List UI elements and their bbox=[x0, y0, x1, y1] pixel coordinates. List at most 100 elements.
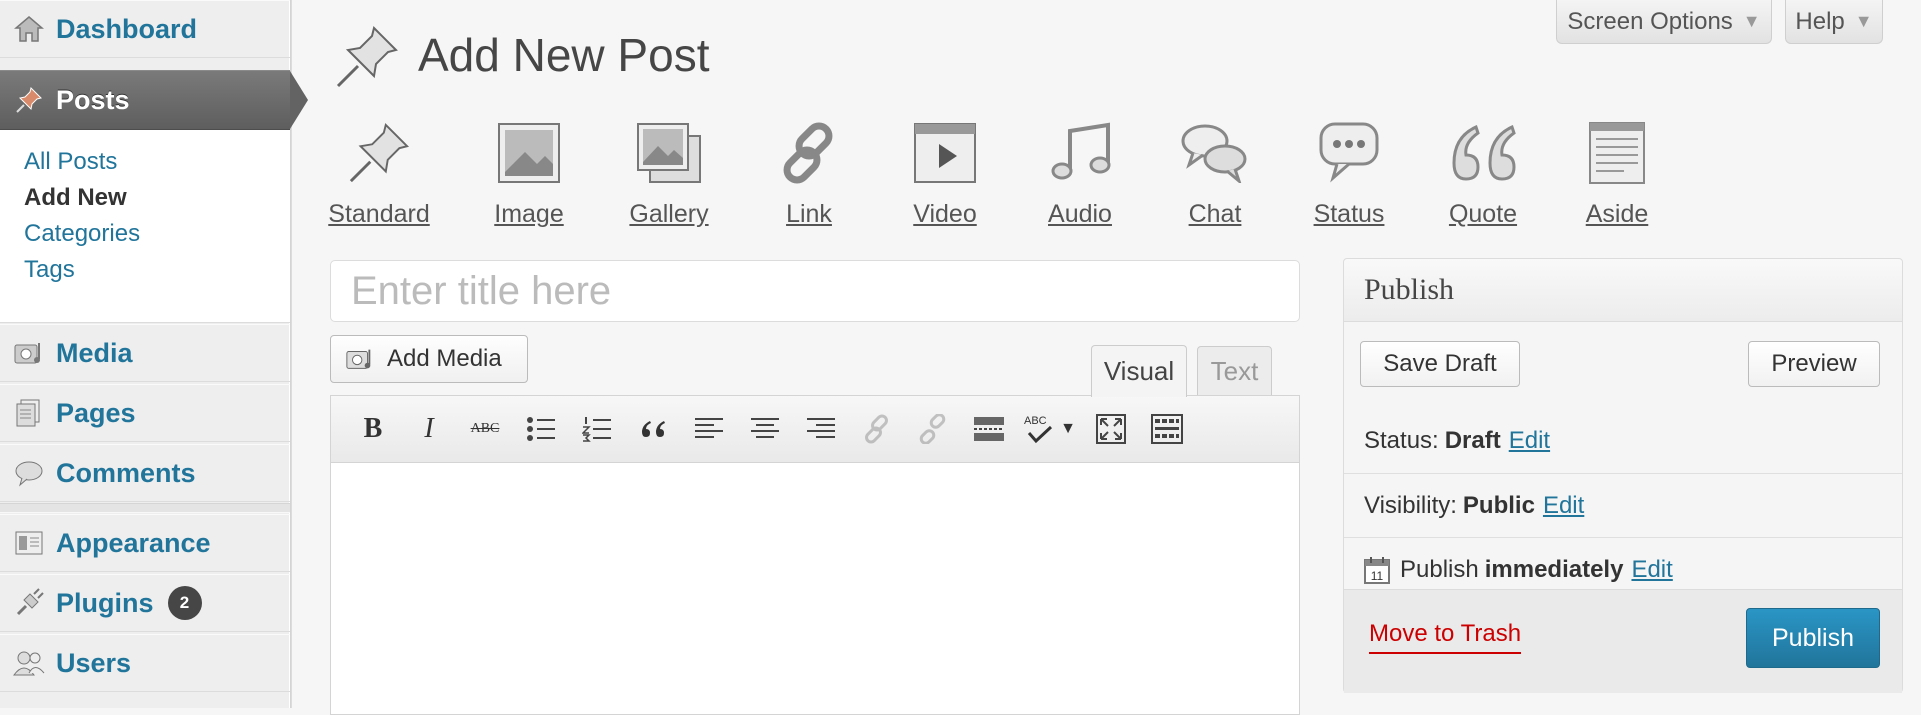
format-label: Aside bbox=[1585, 200, 1649, 228]
submenu-tags[interactable]: Tags bbox=[24, 256, 75, 284]
calendar-icon: 11 bbox=[1364, 556, 1390, 584]
status-label: Status: bbox=[1364, 427, 1439, 454]
editor-toolbar: B I ABC ABC ▼ bbox=[331, 396, 1299, 463]
move-to-trash-link[interactable]: Move to Trash bbox=[1369, 620, 1522, 654]
menu-appearance[interactable]: Appearance bbox=[0, 514, 290, 572]
fullscreen-button[interactable] bbox=[1087, 405, 1135, 453]
editor-content-area[interactable] bbox=[331, 463, 1299, 713]
edit-visibility-link[interactable]: Edit bbox=[1543, 492, 1584, 520]
publish-button-label: Publish bbox=[1772, 623, 1854, 652]
save-draft-label: Save Draft bbox=[1383, 350, 1497, 377]
edit-status-link[interactable]: Edit bbox=[1509, 427, 1550, 455]
format-image[interactable]: Image bbox=[474, 118, 584, 229]
spellcheck-button[interactable]: ABC bbox=[1021, 405, 1057, 453]
music-note-icon bbox=[1045, 118, 1115, 188]
help-label: Help bbox=[1795, 7, 1845, 35]
align-right-button[interactable] bbox=[797, 405, 845, 453]
format-audio[interactable]: Audio bbox=[1025, 118, 1135, 229]
menu-dashboard[interactable]: Dashboard bbox=[0, 0, 290, 58]
svg-text:ABC: ABC bbox=[1024, 415, 1047, 427]
menu-label: Appearance bbox=[56, 527, 211, 558]
menu-users[interactable]: Users bbox=[0, 634, 290, 692]
bullet-list-icon bbox=[527, 417, 555, 441]
link-icon bbox=[865, 414, 888, 444]
visibility-label: Visibility: bbox=[1364, 491, 1457, 519]
align-right-icon bbox=[807, 418, 835, 438]
format-video[interactable]: Video bbox=[890, 118, 1000, 229]
page-title: Add New Post bbox=[418, 29, 710, 81]
blockquote-icon bbox=[642, 421, 665, 437]
menu-comments[interactable]: Comments bbox=[0, 444, 290, 502]
publish-heading-label: Publish bbox=[1364, 273, 1455, 306]
help-button[interactable]: Help ▼ bbox=[1785, 0, 1883, 44]
visibility-row: Visibility: Public Edit bbox=[1344, 473, 1902, 537]
save-draft-button[interactable]: Save Draft bbox=[1360, 341, 1520, 387]
menu-posts[interactable]: Posts bbox=[0, 70, 308, 130]
current-indicator bbox=[290, 71, 308, 129]
caret-down-icon: ▼ bbox=[1854, 11, 1873, 31]
format-link[interactable]: Link bbox=[754, 118, 864, 229]
menu-label: Dashboard bbox=[56, 13, 198, 44]
blockquote-button[interactable] bbox=[629, 405, 677, 453]
spellcheck-dropdown[interactable]: ▼ bbox=[1057, 405, 1079, 453]
submenu-all-posts[interactable]: All Posts bbox=[24, 148, 117, 176]
preview-button[interactable]: Preview bbox=[1748, 341, 1880, 387]
menu-plugins[interactable]: Plugins 2 bbox=[0, 574, 290, 632]
camera-music-icon bbox=[345, 345, 375, 373]
menu-media[interactable]: Media bbox=[0, 324, 290, 382]
numbered-list-icon bbox=[582, 417, 611, 442]
toolbar-toggle-icon bbox=[1151, 414, 1183, 444]
format-quote[interactable]: Quote bbox=[1428, 118, 1538, 229]
bold-button[interactable]: B bbox=[349, 405, 397, 453]
format-label: Standard bbox=[328, 200, 430, 228]
format-label: Gallery bbox=[629, 200, 709, 228]
format-gallery[interactable]: Gallery bbox=[614, 118, 724, 229]
caret-down-icon: ▼ bbox=[1060, 420, 1076, 437]
pushpin-icon bbox=[344, 118, 414, 188]
more-tag-icon bbox=[974, 417, 1004, 441]
numbered-list-button[interactable] bbox=[573, 405, 621, 453]
format-aside[interactable]: Aside bbox=[1562, 118, 1672, 229]
format-chat[interactable]: Chat bbox=[1160, 118, 1270, 229]
menu-pages[interactable]: Pages bbox=[0, 384, 290, 442]
update-count-badge: 2 bbox=[167, 586, 202, 620]
format-label: Video bbox=[913, 200, 977, 228]
posts-submenu: All Posts Add New Categories Tags bbox=[0, 130, 290, 323]
plug-icon bbox=[12, 586, 46, 620]
post-title-input[interactable] bbox=[330, 260, 1300, 322]
edit-schedule-link[interactable]: Edit bbox=[1631, 556, 1672, 584]
pages-icon bbox=[12, 396, 46, 430]
image-icon bbox=[494, 118, 564, 188]
screen-options-label: Screen Options bbox=[1567, 7, 1733, 35]
add-media-label: Add Media bbox=[387, 345, 502, 372]
align-center-button[interactable] bbox=[741, 405, 789, 453]
kitchen-sink-button[interactable] bbox=[1143, 405, 1191, 453]
read-more-button[interactable] bbox=[965, 405, 1013, 453]
publish-button[interactable]: Publish bbox=[1746, 608, 1880, 668]
submenu-add-new[interactable]: Add New bbox=[24, 184, 127, 212]
insert-link-button[interactable] bbox=[853, 405, 901, 453]
tab-text[interactable]: Text bbox=[1197, 346, 1272, 396]
submenu-categories[interactable]: Categories bbox=[24, 220, 140, 248]
tab-visual-label: Visual bbox=[1103, 356, 1175, 386]
strikethrough-button[interactable]: ABC bbox=[461, 405, 509, 453]
chat-bubbles-icon bbox=[1180, 118, 1250, 188]
menu-label: Comments bbox=[56, 457, 196, 488]
bullet-list-button[interactable] bbox=[517, 405, 565, 453]
align-left-button[interactable] bbox=[685, 405, 733, 453]
screen-options-button[interactable]: Screen Options ▼ bbox=[1556, 0, 1772, 44]
svg-text:11: 11 bbox=[1371, 569, 1384, 583]
italic-button[interactable]: I bbox=[405, 405, 453, 453]
unlink-icon bbox=[919, 414, 946, 444]
camera-music-icon bbox=[12, 336, 46, 370]
publish-heading[interactable]: Publish bbox=[1344, 259, 1902, 322]
spellcheck-icon: ABC bbox=[1024, 415, 1053, 444]
format-standard[interactable]: Standard bbox=[324, 118, 434, 229]
unlink-button[interactable] bbox=[909, 405, 957, 453]
schedule-label: Publish bbox=[1400, 555, 1479, 583]
menu-label: Media bbox=[56, 337, 133, 368]
format-status[interactable]: Status bbox=[1294, 118, 1404, 229]
tab-visual[interactable]: Visual bbox=[1091, 345, 1187, 397]
align-center-icon bbox=[751, 418, 779, 438]
add-media-button[interactable]: Add Media bbox=[330, 335, 528, 383]
